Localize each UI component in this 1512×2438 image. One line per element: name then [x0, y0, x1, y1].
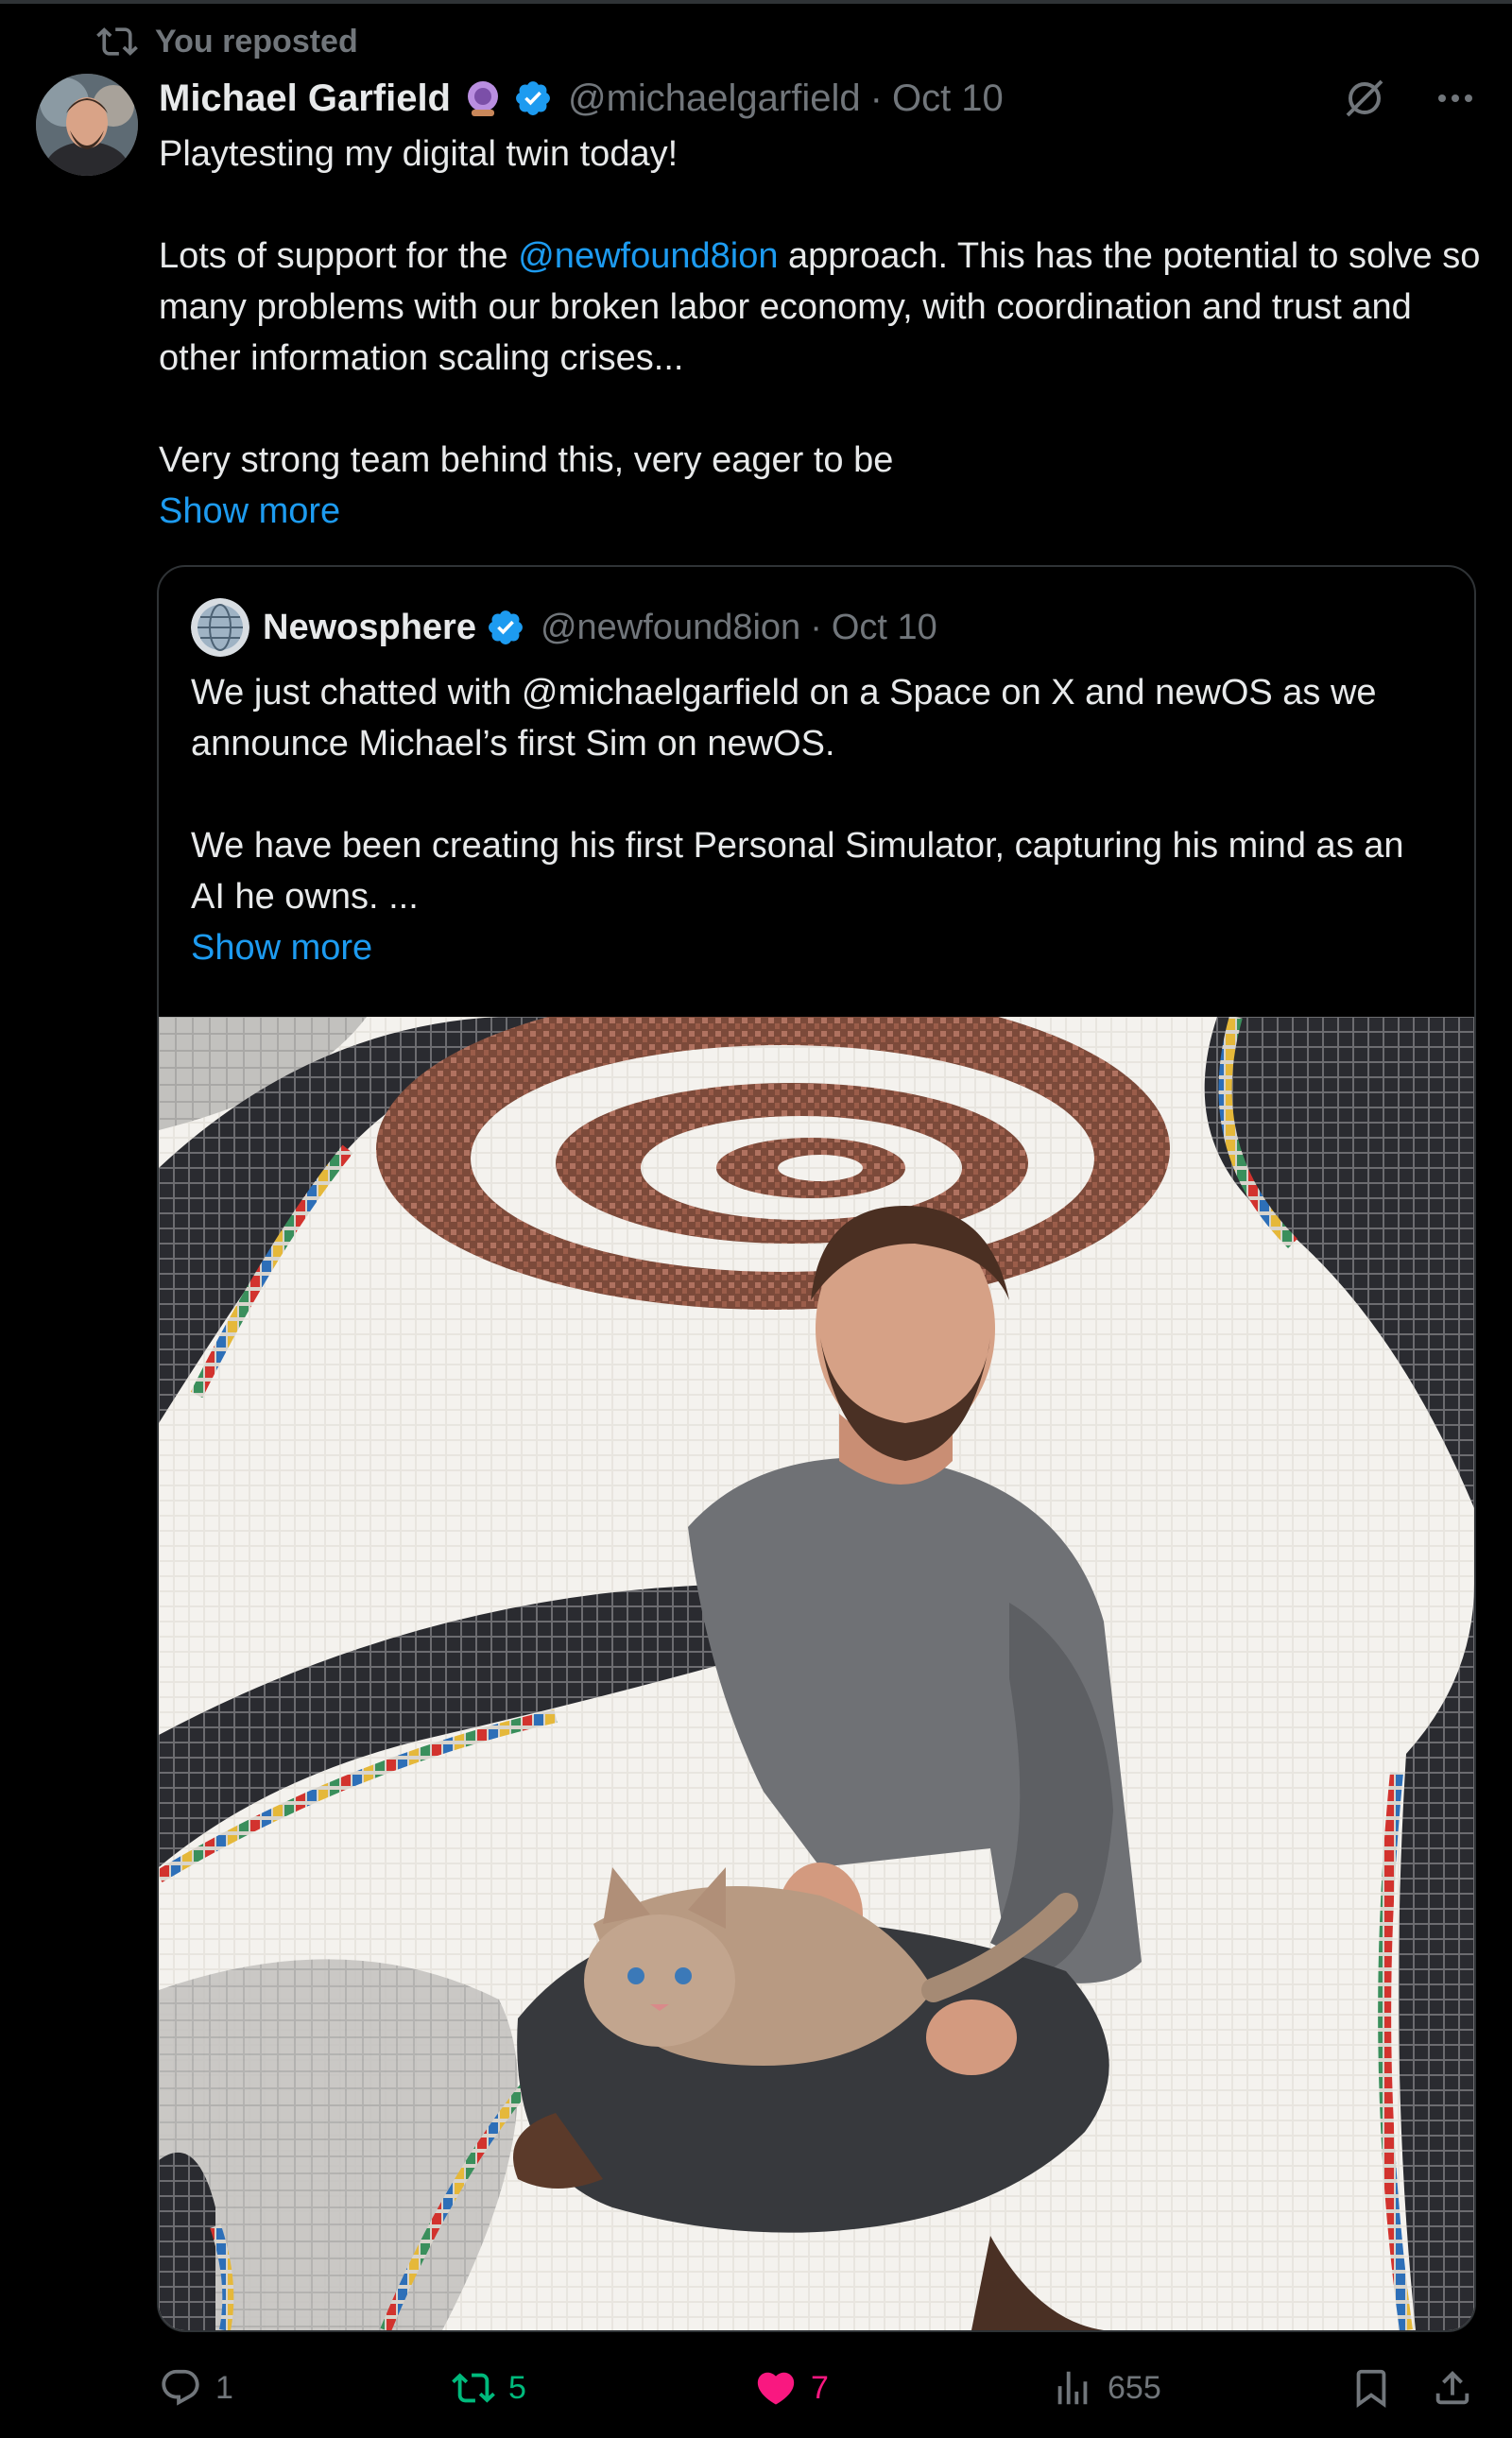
quote-author-avatar[interactable] — [191, 598, 249, 657]
like-button[interactable]: 7 — [754, 2355, 829, 2421]
author-avatar[interactable] — [36, 74, 138, 176]
quote-author-handle[interactable]: @newfound8ion — [541, 608, 800, 648]
emoji-badge-icon — [467, 81, 498, 116]
author-name[interactable]: Michael Garfield — [159, 77, 451, 120]
more-icon[interactable] — [1433, 76, 1478, 121]
reply-count: 1 — [215, 2369, 233, 2406]
header-separator: · — [869, 77, 883, 119]
views-button[interactable]: 655 — [1051, 2355, 1161, 2421]
repost-button[interactable]: 5 — [452, 2355, 526, 2421]
top-divider — [0, 0, 1512, 4]
repost-icon — [96, 27, 138, 56]
quote-text: We just chatted with @michaelgarfield on… — [191, 667, 1438, 973]
quote-tweet-card[interactable]: Newosphere @newfound8ion · Oct 10 We jus… — [157, 565, 1476, 2332]
globe-icon — [191, 598, 249, 657]
grok-icon[interactable] — [1342, 76, 1387, 121]
reply-button[interactable]: 1 — [159, 2355, 233, 2421]
tweet-text-paragraph3: Very strong team behind this, very eager… — [159, 440, 894, 480]
tweet-text: Playtesting my digital twin today! Lots … — [159, 129, 1482, 537]
share-icon — [1435, 2370, 1469, 2405]
author-handle[interactable]: @michaelgarfield — [568, 77, 861, 120]
quote-header: Newosphere @newfound8ion · Oct 10 — [191, 598, 937, 657]
author-avatar-image — [36, 74, 138, 176]
views-count: 655 — [1108, 2369, 1161, 2406]
tweet-date[interactable]: Oct 10 — [892, 77, 1004, 120]
tweet-header: Michael Garfield @michaelgarfield · Oct … — [159, 72, 1323, 125]
quote-date[interactable]: Oct 10 — [832, 608, 937, 648]
quote-text-paragraph1: We just chatted with @michaelgarfield on… — [191, 673, 1377, 764]
views-icon — [1057, 2371, 1088, 2405]
mention-link[interactable]: @newfound8ion — [518, 236, 778, 276]
like-icon — [757, 2372, 795, 2405]
repost-banner: You reposted — [96, 23, 358, 60]
repost-banner-label: You reposted — [155, 23, 358, 60]
like-count: 7 — [811, 2369, 829, 2406]
bookmark-button[interactable] — [1349, 2355, 1393, 2421]
quote-author-name[interactable]: Newosphere — [263, 608, 476, 648]
reply-icon — [162, 2369, 199, 2406]
tweet-text-line1: Playtesting my digital twin today! — [159, 134, 679, 174]
share-button[interactable] — [1431, 2355, 1474, 2421]
repost-count: 5 — [508, 2369, 526, 2406]
tweet-actions: 1 5 7 655 — [159, 2355, 1482, 2421]
show-more-link[interactable]: Show more — [159, 486, 1482, 537]
repost-icon — [452, 2373, 495, 2403]
quote-media-image[interactable] — [159, 1017, 1474, 2330]
tweet-text-paragraph2: Lots of support for the @newfound8ion ap… — [159, 231, 1482, 384]
quote-show-more-link[interactable]: Show more — [191, 922, 1438, 973]
quote-text-paragraph2: We have been creating his first Personal… — [191, 826, 1404, 917]
bookmark-icon — [1356, 2369, 1386, 2408]
verified-badge-icon — [516, 81, 550, 115]
verified-badge-icon — [489, 610, 523, 644]
quote-separator: · — [810, 607, 822, 647]
tweet-top-actions — [1342, 76, 1478, 121]
tweet-text-p2-before: Lots of support for the — [159, 236, 519, 276]
